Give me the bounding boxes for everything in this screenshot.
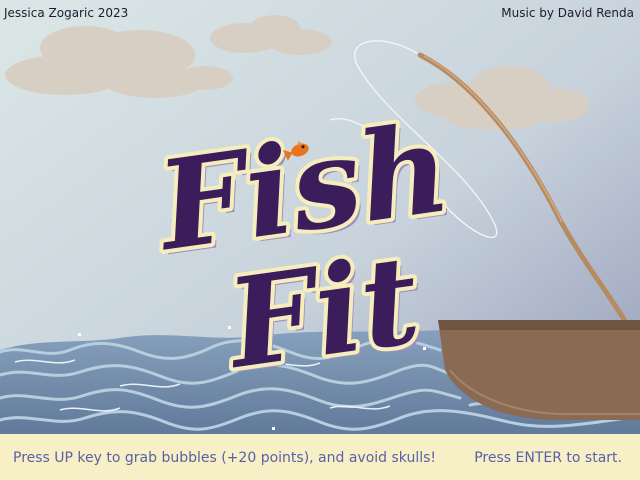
- instructions-text: Press UP key to grab bubbles (+20 points…: [13, 450, 437, 466]
- game-scene: Fish Fish Fish Fit Fit Fit: [0, 0, 640, 480]
- music-credit: Music by David Renda: [501, 6, 634, 20]
- start-prompt[interactable]: Press ENTER to start.: [474, 450, 622, 466]
- game-title-line2: Fit Fit Fit: [213, 223, 432, 401]
- title-line2: Fit: [217, 227, 427, 396]
- instruction-bar: Press UP key to grab bubbles (+20 points…: [0, 434, 640, 480]
- author-credit: Jessica Zogaric 2023: [4, 6, 129, 20]
